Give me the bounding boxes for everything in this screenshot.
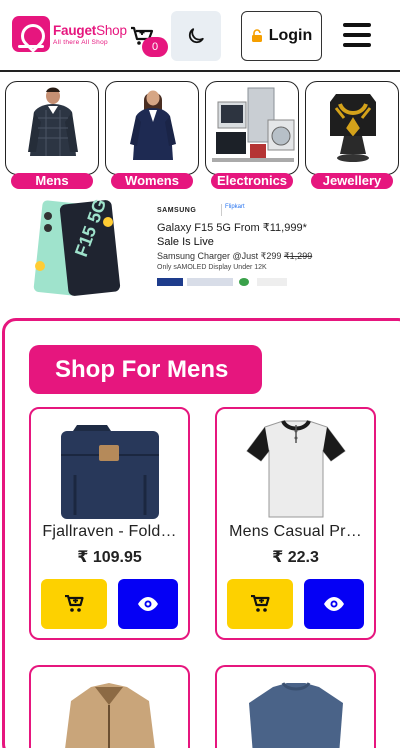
logo-icon: [12, 16, 50, 52]
brand-logo[interactable]: FaugetShop All there All Shop: [12, 16, 127, 52]
jewellery-category-image: [330, 94, 376, 162]
view-product-button[interactable]: [304, 579, 364, 629]
product-image-longsleeve: [249, 682, 343, 748]
add-to-cart-button[interactable]: [227, 579, 293, 629]
product-image-backpack: [61, 425, 159, 519]
cart-count-badge: 0: [142, 37, 168, 57]
category-electronics[interactable]: Electronics: [205, 81, 299, 189]
product-card[interactable]: Fjallraven - Fold… ₹ 109.95: [29, 407, 190, 640]
product-card[interactable]: [215, 665, 376, 748]
lock-icon: [251, 29, 262, 42]
menu-icon[interactable]: [343, 23, 371, 47]
category-womens[interactable]: Womens: [105, 81, 199, 189]
promo-banner[interactable]: F15 5G SAMSUNG Flipkart Galaxy F15 5G Fr…: [0, 198, 400, 298]
banner-only: Only sAMOLED Display Under 12K: [157, 264, 267, 271]
add-to-cart-icon: [251, 595, 270, 612]
product-title[interactable]: Mens Casual Pr…: [217, 523, 374, 541]
product-card[interactable]: Mens Casual Pr… ₹ 22.3: [215, 407, 376, 640]
product-title[interactable]: Fjallraven - Fold…: [31, 523, 188, 541]
charger-text: Samsung Charger @Just ₹299: [157, 251, 282, 261]
banner-partner: Flipkart: [221, 204, 249, 216]
add-to-cart-icon: [65, 595, 84, 612]
category-mens[interactable]: Mens: [5, 81, 99, 189]
add-to-cart-button[interactable]: [41, 579, 107, 629]
banner-charger-offer: Samsung Charger @Just ₹299 ₹1,299: [157, 251, 312, 262]
brand-tagline: All there All Shop: [53, 38, 108, 46]
product-card[interactable]: [29, 665, 190, 748]
electronics-category-image: [212, 87, 295, 162]
moon-icon: [188, 28, 204, 44]
section-heading: Shop For Mens: [29, 345, 262, 394]
banner-subtitle: Sale Is Live: [157, 236, 214, 248]
product-image-tshirt: [246, 419, 346, 518]
womens-category-image: [130, 90, 176, 160]
category-jewellery[interactable]: Jewellery: [305, 81, 399, 189]
category-label: Mens: [11, 173, 93, 189]
banner-title: Galaxy F15 5G From ₹11,999*: [157, 222, 307, 234]
eye-icon: [324, 597, 344, 611]
category-label: Womens: [111, 173, 193, 189]
category-row: Mens Womens Electronics Jewellery: [0, 78, 400, 190]
charger-old-price: ₹1,299: [283, 251, 313, 261]
eye-icon: [138, 597, 158, 611]
view-product-button[interactable]: [118, 579, 178, 629]
brand-name-part1: Fauget: [53, 22, 97, 38]
login-button[interactable]: Login: [241, 11, 322, 61]
category-label: Jewellery: [311, 173, 393, 189]
category-label: Electronics: [211, 173, 293, 189]
product-price: ₹ 109.95: [77, 549, 142, 566]
login-label: Login: [268, 27, 313, 44]
theme-toggle-button[interactable]: [171, 11, 221, 61]
site-header: FaugetShop All there All Shop 0 Login: [0, 0, 400, 72]
product-image-jacket: [65, 683, 155, 748]
mens-category-image: [28, 87, 78, 156]
bank-offers-strip: [157, 278, 317, 288]
phone-image: F15 5G: [33, 198, 121, 296]
banner-brand: SAMSUNG: [157, 207, 197, 214]
product-price: ₹ 22.3: [272, 549, 319, 566]
brand-name-part2: Shop: [96, 22, 127, 38]
